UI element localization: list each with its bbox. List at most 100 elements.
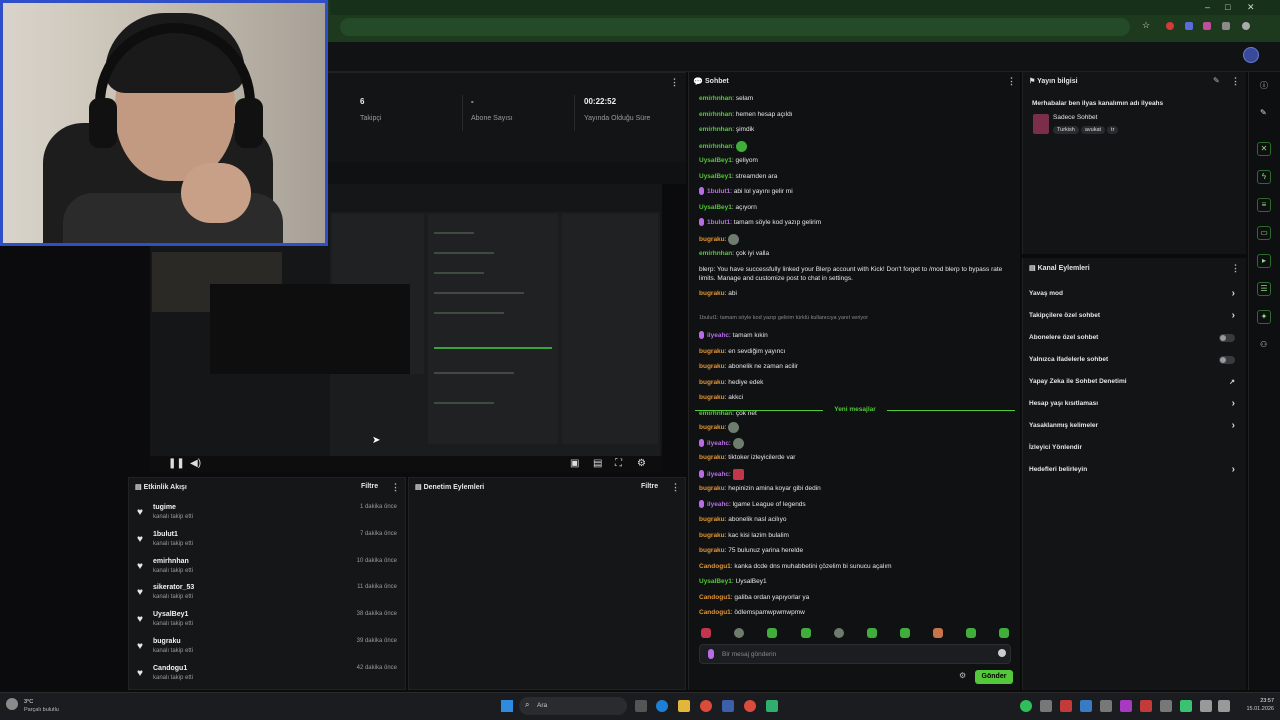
action-item[interactable]: Takipçilere özel sohbet ›: [1029, 310, 1239, 326]
chat-username[interactable]: bugraku: [699, 547, 725, 554]
chat-username[interactable]: emirhnhan: [699, 111, 732, 118]
pip-icon[interactable]: ▣: [570, 458, 579, 469]
toggle-switch[interactable]: [1219, 334, 1235, 342]
chat-username[interactable]: emirhnhan: [699, 250, 732, 257]
chat-username[interactable]: Candogu1: [699, 563, 731, 570]
clip-icon[interactable]: ▤: [593, 458, 602, 469]
action-item[interactable]: Abonelere özel sohbet: [1029, 334, 1239, 348]
action-item[interactable]: Yavaş mod ›: [1029, 288, 1239, 304]
tray-icon[interactable]: [1100, 700, 1112, 712]
event-username[interactable]: UysalBey1: [153, 611, 188, 618]
chat-username[interactable]: bugraku: [699, 516, 725, 523]
list-item[interactable]: ♥ sikerator_53 kanalı takip etti 11 dakika …: [135, 584, 401, 608]
emote-icon[interactable]: [867, 628, 877, 638]
chevron-right-icon[interactable]: ›: [1232, 464, 1235, 475]
whatsapp-icon[interactable]: [1020, 700, 1032, 712]
app-icon[interactable]: [766, 700, 778, 712]
filter-button[interactable]: Filtre: [641, 483, 658, 490]
more-icon[interactable]: ⋮: [391, 482, 400, 493]
event-username[interactable]: sikerator_53: [153, 584, 194, 591]
chat-username[interactable]: 1bulut1: [707, 219, 730, 226]
extension-icon[interactable]: [1203, 22, 1211, 30]
extensions-icon[interactable]: [1222, 22, 1230, 30]
steam-icon[interactable]: [722, 700, 734, 712]
extension-icon[interactable]: [1166, 22, 1174, 30]
address-bar[interactable]: [340, 18, 1130, 36]
tray-icon[interactable]: [1080, 700, 1092, 712]
settings-icon[interactable]: ⚙: [637, 458, 646, 469]
tray-icon[interactable]: [1140, 700, 1152, 712]
event-username[interactable]: emirhnhan: [153, 558, 189, 565]
weather-text[interactable]: Parçalı bulutlu: [24, 707, 59, 713]
chat-username[interactable]: emirhnhan: [699, 143, 732, 150]
emote-icon[interactable]: [701, 628, 711, 638]
clock-time[interactable]: 23:57: [1244, 698, 1274, 704]
task-view-icon[interactable]: [635, 700, 647, 712]
emote-icon[interactable]: [966, 628, 976, 638]
fullscreen-icon[interactable]: ⛶: [615, 458, 622, 469]
event-username[interactable]: 1bulut1: [153, 531, 178, 538]
minimize-icon[interactable]: –: [1205, 2, 1210, 12]
action-item[interactable]: Hesap yaşı kısıtlaması ›: [1029, 398, 1239, 414]
chat-username[interactable]: ilyeahc: [707, 332, 729, 339]
info-icon[interactable]: ⓘ: [1260, 80, 1268, 91]
event-username[interactable]: Candogu1: [153, 665, 187, 672]
chrome-icon[interactable]: [700, 700, 712, 712]
star-icon[interactable]: ☆: [1142, 20, 1150, 30]
chat-username[interactable]: bugraku: [699, 236, 725, 243]
tab-strip[interactable]: [330, 0, 1280, 15]
emote-icon[interactable]: [999, 628, 1009, 638]
chat-username[interactable]: UysalBey1: [699, 173, 732, 180]
action-item[interactable]: İzleyici Yönlendir: [1029, 444, 1239, 458]
chat-username[interactable]: UysalBey1: [699, 578, 732, 585]
volume-icon[interactable]: [1218, 700, 1230, 712]
wifi-icon[interactable]: [1200, 700, 1212, 712]
action-item[interactable]: Yalnızca ifadelerle sohbet: [1029, 356, 1239, 370]
more-icon[interactable]: ⋮: [1007, 76, 1016, 87]
chat-username[interactable]: UysalBey1: [699, 157, 732, 164]
clock-date[interactable]: 15.01.2026: [1238, 706, 1274, 712]
event-username[interactable]: tugime: [153, 504, 176, 511]
microphone-icon[interactable]: [708, 649, 714, 659]
lightning-icon[interactable]: ϟ: [1257, 170, 1271, 184]
list-icon[interactable]: ≡: [1257, 198, 1271, 212]
chat-username[interactable]: bugraku: [699, 379, 725, 386]
tray-icon[interactable]: [1160, 700, 1172, 712]
chat-username[interactable]: Candogu1: [699, 609, 731, 616]
settings-icon[interactable]: ⚙: [959, 671, 966, 680]
list-item[interactable]: ♥ Candogu1 kanalı takip etti 42 dakika önce: [135, 665, 401, 689]
extension-icon[interactable]: [1185, 22, 1193, 30]
emote-icon[interactable]: [801, 628, 811, 638]
chat-username[interactable]: emirhnhan: [699, 126, 732, 133]
chat-username[interactable]: ilyeahc: [707, 440, 729, 447]
action-item[interactable]: Yasaklanmış kelimeler ›: [1029, 420, 1239, 436]
edit-icon[interactable]: ✎: [1260, 108, 1267, 117]
edge-icon[interactable]: [656, 700, 668, 712]
chat-username[interactable]: bugraku: [699, 363, 725, 370]
pause-icon[interactable]: ❚❚: [168, 458, 185, 469]
start-icon[interactable]: [501, 700, 513, 712]
action-item[interactable]: Hedefleri belirleyin ›: [1029, 464, 1239, 480]
chrome-icon[interactable]: [744, 700, 756, 712]
filter-button[interactable]: Filtre: [361, 483, 378, 490]
tray-icon[interactable]: [1060, 700, 1072, 712]
emote-icon[interactable]: [834, 628, 844, 638]
send-button[interactable]: Gönder: [975, 670, 1013, 684]
emoji-icon[interactable]: [998, 649, 1006, 657]
action-item[interactable]: Yapay Zeka ile Sohbet Denetimi ↗: [1029, 378, 1239, 392]
emote-icon[interactable]: [734, 628, 744, 638]
chat-username[interactable]: UysalBey1: [699, 204, 732, 211]
chat-username[interactable]: bugraku: [699, 290, 725, 297]
event-username[interactable]: bugraku: [153, 638, 181, 645]
maximize-icon[interactable]: □: [1225, 2, 1230, 12]
video-icon[interactable]: ▸: [1257, 254, 1271, 268]
more-icon[interactable]: ⋮: [670, 77, 679, 88]
chat-username[interactable]: bugraku: [699, 424, 725, 431]
chat-username[interactable]: 1bulut1: [707, 188, 730, 195]
more-icon[interactable]: ⋮: [1231, 76, 1240, 87]
chat-username[interactable]: bugraku: [699, 348, 725, 355]
more-icon[interactable]: ⋮: [1231, 263, 1240, 274]
wrench-icon[interactable]: ✦: [1257, 310, 1271, 324]
server-icon[interactable]: ☰: [1257, 282, 1271, 296]
emote-icon[interactable]: [933, 628, 943, 638]
